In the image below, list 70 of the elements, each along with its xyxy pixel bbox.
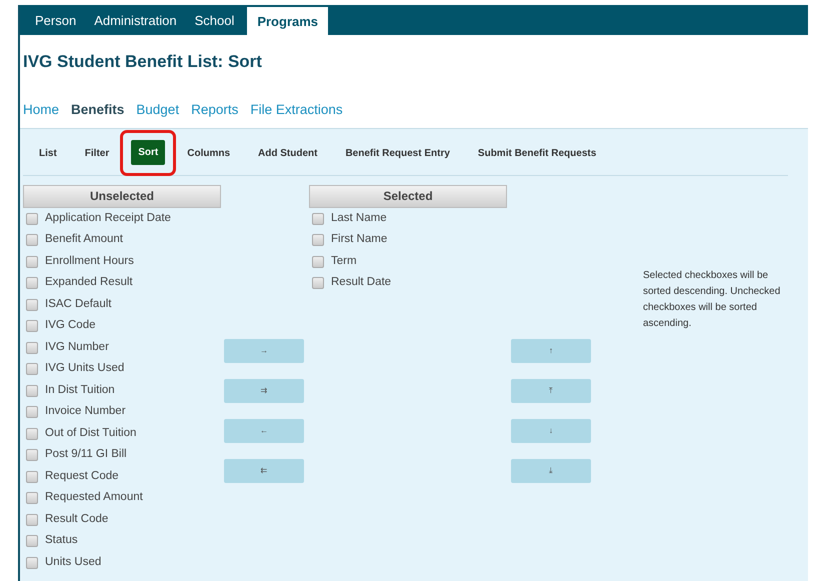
nav-tab[interactable]: Person bbox=[26, 6, 86, 35]
order-button[interactable]: ⤒ bbox=[511, 378, 591, 403]
checkbox[interactable] bbox=[26, 277, 38, 289]
page-title: IVG Student Benefit List: Sort bbox=[23, 51, 263, 73]
checkbox-label: Application Receipt Date bbox=[45, 210, 171, 226]
checkbox[interactable] bbox=[26, 212, 38, 224]
toolbar-item[interactable]: Add Student bbox=[252, 142, 324, 164]
checkbox[interactable] bbox=[312, 277, 324, 289]
checkbox-label: Invoice Number bbox=[45, 404, 126, 420]
move-button[interactable]: ← bbox=[224, 418, 304, 443]
checkbox[interactable] bbox=[312, 234, 324, 246]
toolbar-item[interactable]: Filter bbox=[78, 142, 116, 164]
checkbox[interactable] bbox=[26, 428, 38, 440]
column-header: Selected bbox=[309, 184, 507, 208]
checkbox-label: Units Used bbox=[45, 554, 102, 570]
order-button[interactable]: ⤓ bbox=[511, 458, 591, 483]
checkbox[interactable] bbox=[26, 535, 38, 547]
nav-link[interactable]: Budget bbox=[136, 100, 180, 120]
checkbox-label: IVG Number bbox=[45, 340, 109, 355]
checkbox-label: IVG Code bbox=[45, 318, 96, 334]
checkbox-label: Benefit Amount bbox=[45, 232, 123, 248]
checkbox[interactable] bbox=[26, 514, 38, 526]
checkbox-label: Enrollment Hours bbox=[45, 254, 134, 269]
checkbox[interactable] bbox=[26, 470, 38, 482]
order-button[interactable]: ↑ bbox=[511, 338, 591, 363]
move-button[interactable]: ⇉ bbox=[224, 378, 304, 403]
checkbox[interactable] bbox=[26, 406, 38, 418]
move-button[interactable]: ⇇ bbox=[224, 458, 304, 483]
column-header: Unselected bbox=[23, 184, 221, 208]
nav-link[interactable]: Benefits bbox=[71, 100, 124, 120]
checkbox[interactable] bbox=[26, 342, 38, 354]
checkbox-label: Requested Amount bbox=[45, 490, 143, 506]
checkbox[interactable] bbox=[26, 256, 38, 268]
checkbox-label: Result Code bbox=[45, 512, 108, 527]
sort-note: Selected checkboxes will be sorted descending. Unchecked checkboxes will be sorted ascending. bbox=[643, 268, 782, 331]
checkbox-label: Result Date bbox=[331, 275, 392, 290]
checkbox-label: ISAC Default bbox=[45, 296, 112, 312]
nav-link[interactable]: Reports bbox=[191, 100, 238, 120]
checkbox-label: Expanded Result bbox=[45, 275, 133, 290]
checkbox-label: Post 9/11 GI Bill bbox=[45, 447, 127, 462]
checkbox-label: IVG Units Used bbox=[45, 361, 124, 376]
checkbox[interactable] bbox=[26, 449, 38, 461]
checkbox-label: Request Code bbox=[45, 468, 119, 484]
checkbox-label: First Name bbox=[331, 232, 388, 248]
nav-tab[interactable]: School bbox=[186, 6, 244, 35]
checkbox[interactable] bbox=[26, 384, 38, 396]
checkbox[interactable] bbox=[26, 363, 38, 375]
checkbox[interactable] bbox=[26, 298, 38, 310]
checkbox[interactable] bbox=[26, 234, 38, 246]
toolbar-item[interactable]: Sort bbox=[131, 140, 166, 165]
checkbox-label: In Dist Tuition bbox=[45, 382, 115, 398]
checkbox[interactable] bbox=[26, 492, 38, 504]
checkbox[interactable] bbox=[26, 320, 38, 332]
toolbar-item[interactable]: Submit Benefit Requests bbox=[472, 142, 602, 164]
checkbox[interactable] bbox=[312, 256, 324, 268]
checkbox-label: Status bbox=[45, 533, 78, 548]
checkbox-label: Last Name bbox=[331, 210, 387, 226]
nav-tab[interactable]: Administration bbox=[85, 6, 186, 35]
checkbox[interactable] bbox=[312, 212, 324, 224]
checkbox-label: Term bbox=[331, 254, 357, 269]
order-button[interactable]: ↓ bbox=[511, 418, 591, 443]
checkbox[interactable] bbox=[26, 556, 38, 568]
checkbox-label: Out of Dist Tuition bbox=[45, 426, 136, 441]
toolbar-item[interactable]: Columns bbox=[181, 142, 236, 164]
move-button[interactable]: → bbox=[224, 338, 304, 363]
toolbar-item[interactable]: Benefit Request Entry bbox=[339, 142, 456, 164]
nav-link[interactable]: Home bbox=[23, 100, 60, 120]
toolbar-item[interactable]: List bbox=[33, 142, 63, 164]
nav-tab[interactable]: Programs bbox=[247, 6, 328, 35]
nav-link[interactable]: File Extractions bbox=[250, 100, 343, 120]
